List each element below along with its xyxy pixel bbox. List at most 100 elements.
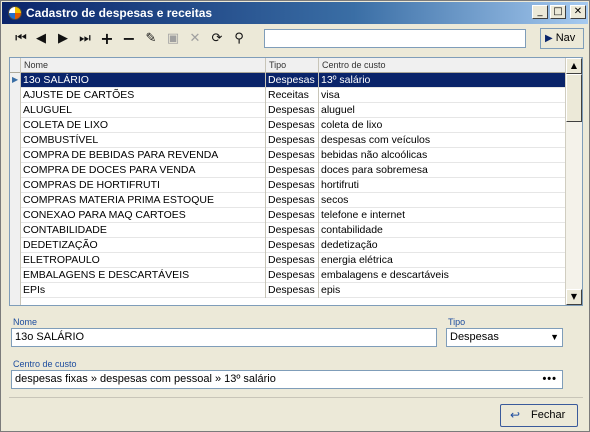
nav-button[interactable]: ▶ Nav [540, 28, 584, 49]
grid-vertical-scrollbar[interactable]: ▲ ▼ [565, 58, 582, 305]
search-input[interactable] [264, 29, 526, 48]
table-row[interactable]: EPIs Despesas epis [21, 283, 566, 298]
table-cell-nome: AJUSTE DE CARTÕES [21, 88, 266, 103]
table-cell-cc: visa [319, 88, 566, 103]
last-record-icon[interactable]: ⏭ [76, 30, 94, 48]
centro-de-custo-field[interactable]: despesas fixas » despesas com pessoal » … [11, 370, 563, 389]
edit-icon[interactable]: ✎ [142, 30, 160, 48]
delete-icon[interactable]: − [120, 30, 138, 48]
next-record-icon[interactable]: ▶ [54, 30, 72, 48]
nav-arrow-icon: ▶ [545, 33, 553, 44]
table-row[interactable]: ALUGUEL Despesas aluguel [21, 103, 566, 118]
table-cell-nome: EPIs [21, 283, 266, 298]
add-icon[interactable]: + [98, 30, 116, 48]
minimize-button[interactable]: _ [532, 5, 548, 19]
close-door-icon: ↩ [510, 408, 521, 422]
table-cell-nome: ALUGUEL [21, 103, 266, 118]
scroll-up-icon[interactable]: ▲ [566, 58, 582, 74]
fechar-button[interactable]: ↩ Fechar [500, 404, 578, 427]
table-cell-cc: contabilidade [319, 223, 566, 238]
column-header-nome[interactable]: Nome [21, 58, 266, 73]
table-row[interactable]: EMBALAGENS E DESCARTÁVEIS Despesas embalag… [21, 268, 566, 283]
table-cell-nome: CONTABILIDADE [21, 223, 266, 238]
tipo-select[interactable]: Despesas ▼ [446, 328, 563, 347]
row-indicator-column: ▶ [10, 73, 21, 305]
indicator-header [10, 58, 21, 73]
table-row[interactable]: CONEXAO PARA MAQ CARTOES Despesas telefone… [21, 208, 566, 223]
table-cell-tipo: Despesas [266, 73, 319, 88]
table-cell-nome: EMBALAGENS E DESCARTÁVEIS [21, 268, 266, 283]
table-cell-nome: COMBUSTÍVEL [21, 133, 266, 148]
records-grid[interactable]: Nome Tipo Centro de custo ▶ 13o SALÁRIO D… [9, 57, 583, 306]
toolbar: ⏮ ◀ ▶ ⏭ + − ✎ ▣ ✕ ⟳ ⚲ ▶ Nav [2, 25, 588, 53]
table-row[interactable]: AJUSTE DE CARTÕES Receitas visa [21, 88, 566, 103]
centro-de-custo-label: Centro de custo [13, 359, 77, 369]
scroll-thumb[interactable] [566, 74, 582, 122]
table-row[interactable]: CONTABILIDADE Despesas contabilidade [21, 223, 566, 238]
table-cell-nome: COMPRAS MATERIA PRIMA ESTOQUE [21, 193, 266, 208]
current-row-indicator-icon: ▶ [12, 75, 19, 84]
table-row[interactable]: COMPRA DE BEBIDAS PARA REVENDA Despesas be… [21, 148, 566, 163]
cancel-icon[interactable]: ✕ [186, 30, 204, 48]
table-cell-tipo: Despesas [266, 238, 319, 253]
footer-divider [9, 397, 583, 398]
maximize-button[interactable]: □ [550, 5, 566, 19]
table-cell-cc: embalagens e descartáveis [319, 268, 566, 283]
table-cell-tipo: Despesas [266, 118, 319, 133]
table-cell-tipo: Despesas [266, 103, 319, 118]
table-row[interactable]: COLETA DE LIXO Despesas coleta de lixo [21, 118, 566, 133]
table-cell-tipo: Despesas [266, 268, 319, 283]
column-header-tipo[interactable]: Tipo [266, 58, 319, 73]
table-cell-tipo: Despesas [266, 193, 319, 208]
table-cell-nome: DEDETIZAÇÃO [21, 238, 266, 253]
window-title: Cadastro de despesas e receitas [26, 6, 213, 20]
table-cell-cc: epis [319, 283, 566, 298]
ellipsis-button[interactable]: ••• [542, 371, 557, 388]
table-cell-cc: doces para sobremesa [319, 163, 566, 178]
save-icon[interactable]: ▣ [164, 30, 182, 48]
chevron-down-icon[interactable]: ▼ [550, 329, 559, 346]
table-cell-tipo: Despesas [266, 148, 319, 163]
table-cell-cc: bebidas não alcoólicas [319, 148, 566, 163]
table-row[interactable]: 13o SALÁRIO Despesas 13º salário [21, 73, 566, 88]
grid-header: Nome Tipo Centro de custo [10, 58, 566, 73]
table-cell-nome: 13o SALÁRIO [21, 73, 266, 88]
close-button[interactable]: ✕ [570, 5, 586, 19]
tipo-label: Tipo [448, 317, 466, 327]
table-row[interactable]: COMPRAS MATERIA PRIMA ESTOQUE Despesas sec… [21, 193, 566, 208]
table-row[interactable]: COMBUSTÍVEL Despesas despesas com veículos [21, 133, 566, 148]
table-cell-nome: ELETROPAULO [21, 253, 266, 268]
table-cell-nome: COMPRA DE BEBIDAS PARA REVENDA [21, 148, 266, 163]
find-icon[interactable]: ⚲ [230, 30, 248, 48]
table-cell-nome: COLETA DE LIXO [21, 118, 266, 133]
nome-field[interactable]: 13o SALÁRIO [11, 328, 437, 347]
prev-record-icon[interactable]: ◀ [32, 30, 50, 48]
table-cell-nome: CONEXAO PARA MAQ CARTOES [21, 208, 266, 223]
table-row[interactable]: DEDETIZAÇÃO Despesas dedetização [21, 238, 566, 253]
table-cell-cc: coleta de lixo [319, 118, 566, 133]
scroll-down-icon[interactable]: ▼ [566, 289, 582, 305]
title-bar[interactable]: Cadastro de despesas e receitas _ □ ✕ [2, 2, 588, 24]
table-cell-cc: energia elétrica [319, 253, 566, 268]
table-cell-cc: hortifruti [319, 178, 566, 193]
refresh-icon[interactable]: ⟳ [208, 30, 226, 48]
table-row[interactable]: COMPRAS DE HORTIFRUTI Despesas hortifruti [21, 178, 566, 193]
column-header-centro-de-custo[interactable]: Centro de custo [319, 58, 566, 73]
table-cell-tipo: Despesas [266, 253, 319, 268]
table-row[interactable]: ELETROPAULO Despesas energia elétrica [21, 253, 566, 268]
table-cell-tipo: Despesas [266, 178, 319, 193]
fechar-button-label: Fechar [531, 409, 566, 421]
table-cell-cc: despesas com veículos [319, 133, 566, 148]
nome-label: Nome [13, 317, 38, 327]
table-cell-nome: COMPRA DE DOCES PARA VENDA [21, 163, 266, 178]
table-cell-cc: aluguel [319, 103, 566, 118]
table-row[interactable]: COMPRA DE DOCES PARA VENDA Despesas doces … [21, 163, 566, 178]
table-cell-tipo: Receitas [266, 88, 319, 103]
grid-rows: 13o SALÁRIO Despesas 13º salário AJUSTE DE … [21, 73, 566, 298]
table-cell-nome: COMPRAS DE HORTIFRUTI [21, 178, 266, 193]
tipo-select-value: Despesas [450, 331, 499, 343]
app-icon [8, 6, 22, 20]
table-cell-tipo: Despesas [266, 133, 319, 148]
first-record-icon[interactable]: ⏮ [12, 30, 30, 48]
table-cell-tipo: Despesas [266, 208, 319, 223]
